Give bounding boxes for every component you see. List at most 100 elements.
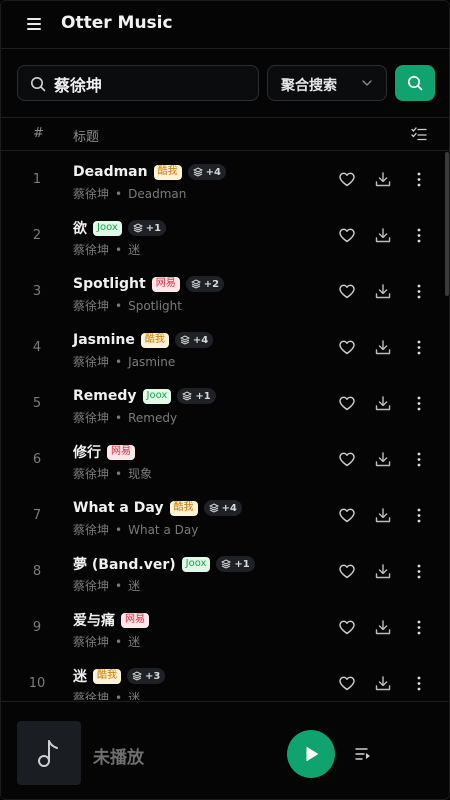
- alt-sources-badge[interactable]: +4: [174, 332, 214, 348]
- meta-separator: •: [115, 187, 123, 201]
- search-scope-label: 聚合搜索: [281, 78, 337, 94]
- play-button[interactable]: [287, 730, 335, 778]
- table-row[interactable]: 2 欲 Joox +1 蔡徐坤 • 迷: [1, 208, 441, 264]
- alt-sources-badge[interactable]: +2: [185, 276, 225, 292]
- track-artist[interactable]: 蔡徐坤: [73, 523, 109, 537]
- table-row[interactable]: 5 Remedy Joox +1 蔡徐坤 • Remedy: [1, 376, 441, 432]
- search-scope-select[interactable]: 聚合搜索: [267, 65, 387, 101]
- track-title[interactable]: Jasmine: [73, 332, 135, 348]
- track-artist[interactable]: 蔡徐坤: [73, 411, 109, 425]
- download-icon[interactable]: [375, 340, 391, 355]
- table-row[interactable]: 6 修行 网易 蔡徐坤 • 现象: [1, 432, 441, 488]
- queue-icon[interactable]: [355, 747, 371, 761]
- track-title[interactable]: Spotlight: [73, 276, 146, 292]
- track-artist[interactable]: 蔡徐坤: [73, 579, 109, 593]
- track-artist[interactable]: 蔡徐坤: [73, 187, 109, 201]
- track-artist[interactable]: 蔡徐坤: [73, 467, 109, 481]
- heart-icon[interactable]: [339, 228, 355, 243]
- more-vertical-icon[interactable]: [411, 228, 427, 243]
- track-album[interactable]: Jasmine: [128, 355, 175, 369]
- table-row[interactable]: 10 迷酷我 +3 蔡徐坤 • 迷: [1, 656, 441, 700]
- alt-sources-badge[interactable]: +4: [203, 500, 242, 516]
- track-artist[interactable]: 蔡徐坤: [73, 299, 109, 313]
- track-title[interactable]: 迷: [73, 666, 87, 686]
- scrollbar[interactable]: [445, 152, 449, 296]
- track-album[interactable]: What a Day: [128, 523, 198, 537]
- download-icon[interactable]: [375, 620, 391, 635]
- track-artist[interactable]: 蔡徐坤: [73, 635, 109, 649]
- download-icon[interactable]: [375, 172, 391, 187]
- heart-icon[interactable]: [339, 340, 355, 355]
- alt-sources-badge[interactable]: +3: [127, 668, 166, 684]
- search-box[interactable]: [17, 65, 259, 101]
- download-icon[interactable]: [375, 676, 391, 691]
- track-title[interactable]: What a Day: [73, 500, 164, 516]
- download-icon[interactable]: [375, 452, 391, 467]
- download-icon[interactable]: [375, 396, 391, 411]
- play-icon: [306, 747, 318, 761]
- download-icon[interactable]: [375, 564, 391, 579]
- download-icon[interactable]: [375, 228, 391, 243]
- heart-icon[interactable]: [339, 284, 355, 299]
- table-row[interactable]: 1 Deadman 酷我 +4 蔡徐坤 • Deadman: [1, 152, 441, 208]
- table-row[interactable]: 9 爱与痛 网易 蔡徐坤 • 迷: [1, 600, 441, 656]
- meta-separator: •: [115, 411, 123, 425]
- heart-icon[interactable]: [339, 396, 355, 411]
- track-title[interactable]: 爱与痛: [73, 610, 115, 630]
- track-artist[interactable]: 蔡徐坤: [73, 691, 109, 700]
- table-row[interactable]: 3 Spotlight 网易 +2 蔡徐坤 • Spotlight: [1, 264, 441, 320]
- heart-icon[interactable]: [339, 172, 355, 187]
- more-vertical-icon[interactable]: [411, 284, 427, 299]
- search-button[interactable]: [395, 65, 435, 101]
- list-check-icon[interactable]: [411, 127, 427, 141]
- source-badge: Joox: [142, 388, 172, 404]
- download-icon[interactable]: [375, 284, 391, 299]
- track-number: 6: [32, 452, 42, 467]
- song-list[interactable]: 1 Deadman 酷我 +4 蔡徐坤 • Deadman 2 欲 Joox +1 蔡徐坤 • 迷 3 Spo…: [1, 152, 449, 700]
- more-vertical-icon[interactable]: [411, 340, 427, 355]
- search-input[interactable]: [54, 71, 250, 97]
- alt-sources-badge[interactable]: +4: [187, 164, 226, 180]
- more-vertical-icon[interactable]: [411, 508, 427, 523]
- track-album[interactable]: 现象: [128, 467, 152, 481]
- heart-icon[interactable]: [339, 564, 355, 579]
- track-album[interactable]: 迷: [128, 691, 140, 700]
- more-vertical-icon[interactable]: [411, 172, 427, 187]
- album-cover[interactable]: [17, 721, 81, 785]
- heart-icon[interactable]: [339, 452, 355, 467]
- table-row[interactable]: 8 夢 (Band.ver) Joox +1 蔡徐坤 • 迷: [1, 544, 441, 600]
- alt-sources-count: +1: [145, 222, 162, 234]
- track-album[interactable]: Remedy: [128, 411, 177, 425]
- heart-icon[interactable]: [339, 620, 355, 635]
- heart-icon[interactable]: [339, 508, 355, 523]
- alt-sources-badge[interactable]: +1: [216, 556, 255, 572]
- track-title[interactable]: 修行: [73, 442, 101, 462]
- more-vertical-icon[interactable]: [411, 620, 427, 635]
- track-title[interactable]: Remedy: [73, 388, 137, 404]
- download-icon[interactable]: [375, 508, 391, 523]
- track-title[interactable]: Deadman: [73, 164, 148, 180]
- more-vertical-icon[interactable]: [411, 564, 427, 579]
- menu-icon[interactable]: [27, 18, 41, 30]
- meta-separator: •: [115, 691, 123, 700]
- heart-icon[interactable]: [339, 676, 355, 691]
- alt-sources-badge[interactable]: +1: [127, 220, 167, 236]
- track-artist[interactable]: 蔡徐坤: [73, 355, 109, 369]
- more-vertical-icon[interactable]: [411, 396, 427, 411]
- track-artist[interactable]: 蔡徐坤: [73, 243, 109, 257]
- track-album[interactable]: 迷: [128, 635, 140, 649]
- track-title-line: 爱与痛 网易: [73, 611, 155, 629]
- more-vertical-icon[interactable]: [411, 452, 427, 467]
- table-row[interactable]: 4 Jasmine 酷我 +4 蔡徐坤 • Jasmine: [1, 320, 441, 376]
- alt-sources-badge[interactable]: +1: [177, 388, 216, 404]
- track-title[interactable]: 夢 (Band.ver): [73, 554, 176, 574]
- more-vertical-icon[interactable]: [411, 676, 427, 691]
- track-album[interactable]: Deadman: [128, 187, 186, 201]
- track-title[interactable]: 欲: [73, 218, 87, 238]
- table-row[interactable]: 7 What a Day 酷我 +4 蔡徐坤 • What a Day: [1, 488, 441, 544]
- track-album[interactable]: 迷: [128, 243, 140, 257]
- alt-sources-count: +4: [192, 334, 209, 346]
- track-album[interactable]: 迷: [128, 579, 140, 593]
- track-album[interactable]: Spotlight: [128, 299, 182, 313]
- player-bar: 未播放: [1, 701, 449, 799]
